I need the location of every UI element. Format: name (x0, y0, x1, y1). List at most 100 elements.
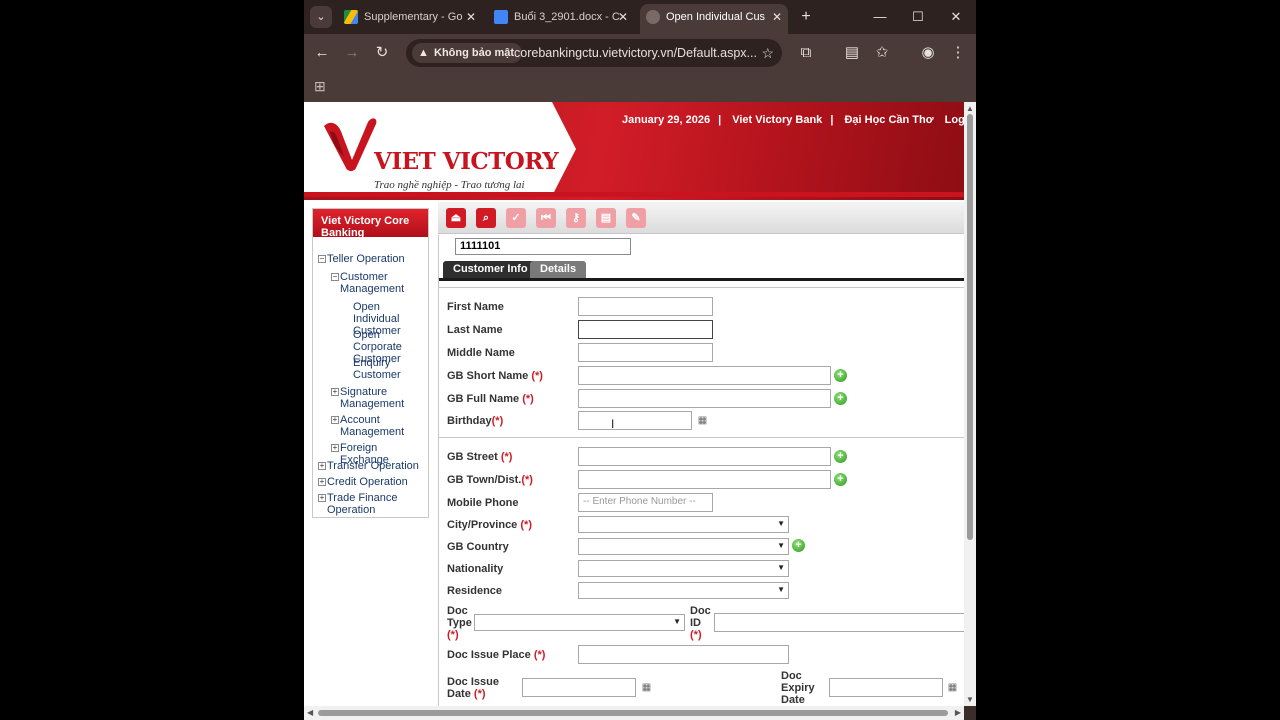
scroll-down-icon[interactable]: ▼ (966, 695, 974, 704)
birthday-label: Birthday(*) (447, 415, 504, 427)
form-content: 1111101 Customer Info Details First Name… (438, 235, 964, 706)
print-icon[interactable]: ▤ (596, 208, 616, 228)
close-icon[interactable]: ✕ (772, 4, 782, 30)
add-icon[interactable]: + (834, 473, 847, 486)
doc-issue-date-field[interactable] (522, 678, 636, 697)
tree-customer-management[interactable]: − Customer Management (331, 271, 424, 295)
add-icon[interactable]: + (834, 369, 847, 382)
expand-icon[interactable]: + (331, 444, 339, 452)
browser-toolbar: ← → ↻ ▲ Không bảo mật corebankingctu.vie… (304, 34, 976, 72)
expand-icon[interactable]: + (318, 494, 326, 502)
tab-supplementary[interactable]: Supplementary - Go ✕ (338, 4, 482, 34)
last-name-field[interactable] (578, 320, 713, 339)
key-icon[interactable]: ⚷ (566, 208, 586, 228)
customer-id-field[interactable]: 1111101 (455, 238, 631, 255)
doc-type-select[interactable]: ▼ (474, 614, 685, 631)
close-icon[interactable]: ✕ (466, 4, 476, 30)
tree-account-management[interactable]: + Account Management (331, 414, 424, 438)
doc-expiry-date-field[interactable] (829, 678, 943, 697)
city-select[interactable]: ▼ (578, 516, 789, 533)
birthday-field[interactable] (578, 411, 692, 430)
add-icon[interactable]: + (834, 450, 847, 463)
authorize-check-icon[interactable]: ✓ (506, 208, 526, 228)
gb-short-name-field[interactable] (578, 366, 831, 385)
security-chip[interactable]: ▲ Không bảo mật (412, 43, 523, 63)
url-text[interactable]: corebankingctu.vietvictory.vn/Default.as… (514, 39, 757, 67)
calendar-icon[interactable]: ▦ (696, 415, 709, 427)
tab-customer-info[interactable]: Customer Info (443, 261, 538, 279)
collapse-icon[interactable]: − (318, 255, 326, 263)
minimize-button[interactable]: — (870, 6, 890, 28)
expand-icon[interactable]: + (318, 462, 326, 470)
edit-icon[interactable]: ✎ (626, 208, 646, 228)
browser-window: ⌄ Supplementary - Go ✕ Buổi 3_2901.docx … (304, 0, 976, 720)
horizontal-scrollbar[interactable]: ◀ ▶ (304, 706, 964, 720)
reload-button[interactable]: ↻ (372, 43, 392, 63)
scroll-up-icon[interactable]: ▲ (966, 104, 974, 113)
profile-icon[interactable]: ◉ (918, 43, 938, 63)
tab-strip: ⌄ Supplementary - Go ✕ Buổi 3_2901.docx … (304, 0, 976, 34)
nationality-select[interactable]: ▼ (578, 560, 789, 577)
chevron-down-icon: ▼ (777, 585, 785, 594)
residence-select[interactable]: ▼ (578, 582, 789, 599)
warning-icon: ▲ (418, 47, 429, 59)
vertical-scrollbar[interactable]: ▲ ▼ (964, 102, 976, 706)
scroll-left-icon[interactable]: ◀ (307, 708, 313, 717)
address-bar[interactable]: ▲ Không bảo mật corebankingctu.vietvicto… (406, 39, 782, 67)
tree-enquiry-customer[interactable]: Enquiry Customer (353, 357, 427, 381)
gb-town-field[interactable] (578, 470, 831, 489)
tab-details[interactable]: Details (530, 261, 587, 279)
gb-town-label: GB Town/Dist.(*) (447, 474, 533, 486)
action-toolbar: ⏏ ⌕ ✓ ⏮ ⚷ ▤ ✎ (438, 202, 964, 234)
apps-grid-icon[interactable]: ⊞ (314, 78, 326, 95)
menu-icon[interactable]: ⋮ (948, 43, 968, 63)
gb-street-field[interactable] (578, 447, 831, 466)
expand-icon[interactable]: + (318, 478, 326, 486)
branch-name: Đại Học Cần Thơ (844, 114, 934, 126)
back-button[interactable]: ← (312, 43, 332, 63)
first-name-field[interactable] (578, 297, 713, 316)
tree-trade-finance-operation[interactable]: + Trade Finance Operation (318, 492, 417, 516)
tab-docx[interactable]: Buổi 3_2901.docx - C ✕ (488, 4, 634, 34)
reading-list-icon[interactable]: ▤ (842, 43, 862, 63)
add-icon[interactable]: + (792, 539, 805, 552)
commit-icon[interactable]: ⏏ (446, 208, 466, 228)
tree-signature-management[interactable]: + Signature Management (331, 386, 424, 410)
maximize-button[interactable]: ☐ (908, 6, 928, 28)
window-close-button[interactable]: ✕ (946, 6, 966, 28)
scroll-right-icon[interactable]: ▶ (955, 708, 961, 717)
logout-link[interactable]: Logout (945, 114, 964, 126)
tree-transfer-operation[interactable]: + Transfer Operation (318, 460, 419, 472)
scroll-thumb[interactable] (318, 710, 948, 716)
extensions-icon[interactable]: ⧉ (796, 43, 816, 63)
doc-issue-place-field[interactable] (578, 645, 789, 664)
section-divider (439, 437, 964, 438)
calendar-icon[interactable]: ▦ (640, 682, 653, 694)
expand-icon[interactable]: + (331, 388, 339, 396)
close-icon[interactable]: ✕ (618, 4, 628, 30)
gb-country-select[interactable]: ▼ (578, 538, 789, 555)
rewind-icon[interactable]: ⏮ (536, 208, 556, 228)
expand-icon[interactable]: + (331, 416, 339, 424)
section-divider (439, 287, 964, 288)
new-tab-button[interactable]: + (796, 6, 816, 28)
doc-id-field[interactable] (714, 613, 964, 632)
tab-search-button[interactable]: ⌄ (310, 6, 332, 28)
collapse-icon[interactable]: − (331, 273, 339, 281)
logo-text: VIET VICTORY (374, 148, 559, 175)
scroll-thumb[interactable] (967, 114, 973, 540)
web-page: VIET VICTORY Trao nghề nghiệp - Trao tươ… (304, 102, 964, 706)
gb-full-name-field[interactable] (578, 389, 831, 408)
search-icon[interactable]: ⌕ (476, 208, 496, 228)
favorites-icon[interactable]: ✩ (872, 43, 892, 63)
middle-name-field[interactable] (578, 343, 713, 362)
tab-open-individual[interactable]: Open Individual Cus ✕ (640, 4, 788, 34)
add-icon[interactable]: + (834, 392, 847, 405)
tree-credit-operation[interactable]: + Credit Operation (318, 476, 408, 488)
forward-button[interactable]: → (342, 43, 362, 63)
mobile-phone-field[interactable]: -- Enter Phone Number -- (578, 493, 713, 512)
calendar-icon[interactable]: ▦ (946, 682, 959, 694)
bookmark-star-icon[interactable]: ☆ (761, 39, 774, 67)
tree-teller-operation[interactable]: − Teller Operation (318, 253, 405, 265)
tab-title: Supplementary - Go (364, 11, 463, 23)
